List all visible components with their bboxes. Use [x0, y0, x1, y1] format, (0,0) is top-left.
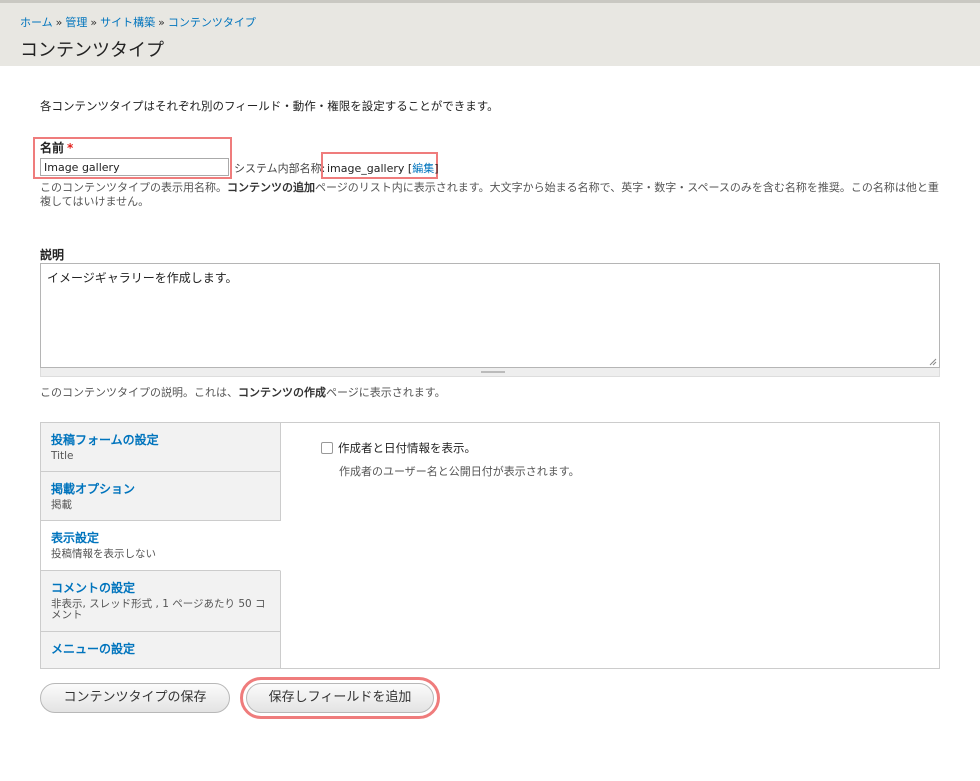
vtab-menu-settings[interactable]: メニューの設定 [41, 632, 281, 668]
description-help-bold: コンテンツの作成 [238, 386, 326, 399]
vtab-title[interactable]: コメントの設定 [51, 579, 270, 596]
vtab-publishing-options[interactable]: 掲載オプション 掲載 [41, 472, 281, 521]
vtab-summary: 投稿情報を表示しない [51, 548, 156, 560]
breadcrumb-content-types[interactable]: コンテンツタイプ [168, 16, 256, 29]
vertical-tabs: 投稿フォームの設定 Title 掲載オプション 掲載 表示設定 投稿情報を表示し… [40, 422, 940, 669]
breadcrumb-home[interactable]: ホーム [20, 16, 53, 29]
machine-name-label: システム内部名称: [234, 162, 326, 175]
vtab-comment-settings[interactable]: コメントの設定 非表示, スレッド形式 , 1 ページあたり 50 コメント [41, 571, 281, 632]
breadcrumb-admin[interactable]: 管理 [65, 16, 87, 29]
vtab-summary: 掲載 [51, 499, 72, 511]
display-submitted-help: 作成者のユーザー名と公開日付が表示されます。 [339, 465, 580, 478]
vtab-title[interactable]: 掲載オプション [51, 480, 270, 497]
intro-text: 各コンテンツタイプはそれぞれ別のフィールド・動作・権限を設定することができます。 [40, 99, 499, 113]
vtab-title[interactable]: 表示設定 [51, 529, 270, 546]
name-label: 名前 * [40, 139, 73, 156]
resize-handle-icon[interactable] [928, 357, 937, 366]
name-help-bold: コンテンツの追加 [227, 181, 315, 194]
save-and-add-fields-button[interactable]: 保存しフィールドを追加 [246, 683, 434, 713]
breadcrumb: ホーム» 管理» サイト構築» コンテンツタイプ [20, 14, 256, 30]
name-help-pre: このコンテンツタイプの表示用名称。 [40, 181, 227, 194]
machine-name-edit-link[interactable]: 編集 [412, 162, 434, 175]
description-help-pre: このコンテンツタイプの説明。これは、 [40, 386, 238, 399]
grippie-bar [481, 371, 505, 373]
vertical-tab-list: 投稿フォームの設定 Title 掲載オプション 掲載 表示設定 投稿情報を表示し… [41, 423, 281, 668]
display-submitted-row[interactable]: 作成者と日付情報を表示。 [321, 440, 476, 456]
save-content-type-button[interactable]: コンテンツタイプの保存 [40, 683, 230, 713]
vtab-title[interactable]: 投稿フォームの設定 [51, 431, 270, 448]
vtab-summary: 非表示, スレッド形式 , 1 ページあたり 50 コメント [51, 598, 266, 621]
breadcrumb-structure[interactable]: サイト構築 [100, 16, 155, 29]
textarea-grippie[interactable] [40, 368, 940, 377]
display-submitted-label[interactable]: 作成者と日付情報を表示。 [338, 441, 476, 455]
required-mark: * [67, 141, 74, 155]
description-label: 説明 [40, 248, 65, 262]
breadcrumb-separator: » [55, 16, 63, 29]
description-help: このコンテンツタイプの説明。これは、コンテンツの作成ページに表示されます。 [40, 384, 446, 400]
vtab-submission-form[interactable]: 投稿フォームの設定 Title [41, 423, 281, 472]
machine-name: image_gallery [編集] [327, 162, 439, 175]
breadcrumb-separator: » [158, 16, 165, 29]
vtab-summary: Title [51, 450, 74, 462]
description-textarea[interactable]: イメージギャラリーを作成します。 [40, 263, 940, 368]
vtab-title[interactable]: メニューの設定 [51, 640, 270, 657]
machine-name-value: image_gallery [327, 162, 405, 175]
description-help-post: ページに表示されます。 [326, 386, 446, 399]
page-title: コンテンツタイプ [20, 40, 164, 61]
name-help: このコンテンツタイプの表示用名称。コンテンツの追加ページのリスト内に表示されます… [40, 181, 940, 209]
display-submitted-checkbox[interactable] [321, 442, 333, 454]
page-header: ホーム» 管理» サイト構築» コンテンツタイプ コンテンツタイプ [0, 0, 980, 66]
name-input[interactable] [40, 158, 229, 176]
vtab-display-settings[interactable]: 表示設定 投稿情報を表示しない [41, 521, 281, 571]
name-label-text: 名前 [40, 141, 65, 155]
breadcrumb-separator: » [90, 16, 98, 29]
